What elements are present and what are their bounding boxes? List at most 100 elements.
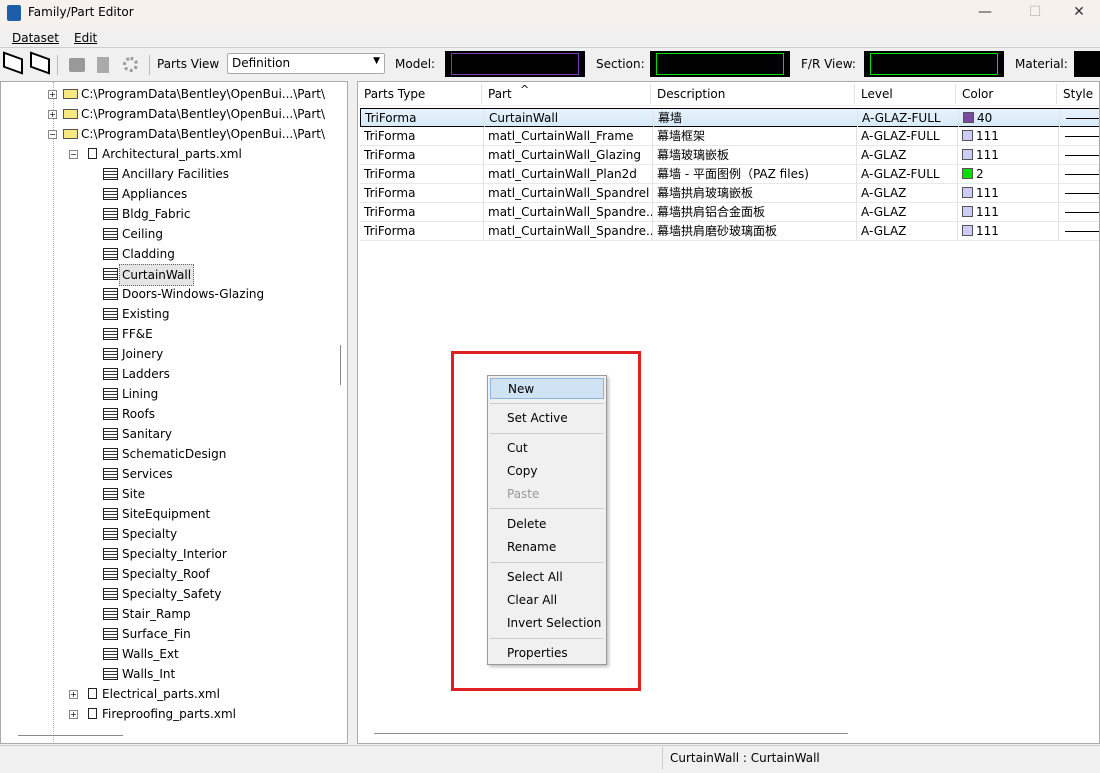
color-swatch <box>962 130 973 141</box>
family-tree[interactable]: + C:\ProgramData\Bentley\OpenBui...\Part\… <box>0 81 348 744</box>
column-header-level[interactable]: Level <box>855 84 956 104</box>
color-value: 111 <box>976 186 999 200</box>
family-icon <box>103 168 118 180</box>
cell-part: matl_CurtainWall_Glazing <box>488 148 641 162</box>
cell-type: TriForma <box>364 129 416 143</box>
table-row[interactable]: TriForma CurtainWall 幕墙 A-GLAZ-FULL 40 <box>360 108 1099 127</box>
tree-item-label: C:\ProgramData\Bentley\OpenBui...\Part\ <box>81 87 326 101</box>
frview-swatch[interactable] <box>864 51 1004 77</box>
material-label: Material: <box>1015 57 1068 71</box>
cell: 幕墙拱肩磨砂玻璃面板 <box>653 222 857 240</box>
tree-horizontal-scrollbar[interactable] <box>18 735 123 736</box>
family-icon <box>103 328 118 340</box>
material-swatch[interactable] <box>1074 51 1100 77</box>
cell-style <box>1059 146 1099 164</box>
cell: matl_CurtainWall_Frame <box>484 127 653 145</box>
cell: A-GLAZ <box>857 222 958 240</box>
cell-type: TriForma <box>364 148 416 162</box>
tree-item-label: Roofs <box>122 407 155 421</box>
family-icon <box>103 308 118 320</box>
cell: A-GLAZ-FULL <box>857 127 958 145</box>
table-row[interactable]: TriForma matl_CurtainWall_Glazing 幕墙玻璃嵌板 A-… <box>360 146 1099 165</box>
settings-gear-icon[interactable] <box>123 57 138 72</box>
tree-vertical-scrollbar[interactable] <box>340 345 341 385</box>
color-swatch <box>963 112 974 123</box>
edit-part-icon[interactable] <box>69 58 85 72</box>
column-header-description[interactable]: Description <box>651 84 855 104</box>
section-label: Section: <box>596 57 645 71</box>
collapse-icon[interactable]: − <box>48 130 57 139</box>
cell-desc: 幕墙拱肩磨砂玻璃面板 <box>657 224 778 238</box>
cell: TriForma <box>360 165 484 183</box>
cell: 幕墙 - 平面图例（PAZ files) <box>653 165 857 183</box>
tree-item-label: C:\ProgramData\Bentley\OpenBui...\Part\ <box>81 107 326 121</box>
family-icon <box>103 468 118 480</box>
family-icon <box>103 668 118 680</box>
family-icon <box>103 188 118 200</box>
cell-desc: 幕墙 <box>658 111 683 125</box>
line-style-sample <box>1066 118 1099 119</box>
family-icon <box>103 448 118 460</box>
collapse-icon[interactable]: − <box>69 150 78 159</box>
menu-dataset[interactable]: Dataset <box>12 31 59 45</box>
cell: 40 <box>959 109 1060 127</box>
parts-view-select[interactable]: Definition ▼ <box>227 53 385 74</box>
tree-item-label: Cladding <box>122 247 175 261</box>
parts-view-label: Parts View <box>157 57 220 71</box>
close-button[interactable]: ✕ <box>1056 0 1100 26</box>
table-row[interactable]: TriForma matl_CurtainWall_Spandrel 幕墙拱肩玻璃嵌… <box>360 184 1099 203</box>
tree-item-label: Specialty <box>122 527 178 541</box>
tree-item-label: Existing <box>122 307 170 321</box>
table-row[interactable]: TriForma matl_CurtainWall_Spandre... 幕墙拱肩铝… <box>360 203 1099 222</box>
tree-item-label: Bldg_Fabric <box>122 207 191 221</box>
cell: matl_CurtainWall_Plan2d <box>484 165 653 183</box>
status-bar: CurtainWall : CurtainWall <box>0 745 1100 770</box>
tree-item-label: Stair_Ramp <box>122 607 191 621</box>
family-icon <box>103 288 118 300</box>
cell: 111 <box>958 184 1059 202</box>
column-header-style[interactable]: Style <box>1057 84 1099 104</box>
tree-item-label: C:\ProgramData\Bentley\OpenBui...\Part\ <box>81 127 326 141</box>
cell-level: A-GLAZ <box>861 205 907 219</box>
table-row[interactable]: TriForma matl_CurtainWall_Plan2d 幕墙 - 平面图例… <box>360 165 1099 184</box>
new-dataset-icon[interactable] <box>30 51 50 75</box>
cell: 幕墙玻璃嵌板 <box>653 146 857 164</box>
expand-icon[interactable]: + <box>48 90 57 99</box>
cell-type: TriForma <box>364 186 416 200</box>
model-swatch[interactable] <box>445 51 585 77</box>
menu-edit[interactable]: Edit <box>74 31 97 45</box>
color-value: 111 <box>976 129 999 143</box>
column-header-parts-type[interactable]: Parts Type <box>358 84 482 104</box>
folder-icon <box>63 109 78 119</box>
tree-item-label: Walls_Int <box>122 667 176 681</box>
cell: 幕墙 <box>654 109 858 127</box>
expand-icon[interactable]: + <box>48 110 57 119</box>
minimize-button[interactable]: — <box>962 0 1008 26</box>
color-value: 111 <box>976 224 999 238</box>
section-swatch[interactable] <box>650 51 790 77</box>
expand-icon[interactable]: + <box>69 690 78 699</box>
color-value: 111 <box>976 205 999 219</box>
open-dataset-icon[interactable] <box>3 51 23 75</box>
tree-item-label: Specialty_Interior <box>122 547 227 561</box>
column-header-color[interactable]: Color <box>956 84 1057 104</box>
cell: matl_CurtainWall_Spandrel <box>484 184 653 202</box>
maximize-button[interactable]: ☐ <box>1012 0 1058 26</box>
color-swatch <box>962 225 973 236</box>
column-header-part-label: Part <box>488 87 512 101</box>
title-bar: Family/Part Editor — ☐ ✕ <box>0 0 1100 26</box>
table-row[interactable]: TriForma matl_CurtainWall_Spandre... 幕墙拱肩磨… <box>360 222 1099 241</box>
family-icon <box>103 548 118 560</box>
tree-item-label: Walls_Ext <box>122 647 179 661</box>
table-header: Parts Type Part ^ Description Level Color… <box>358 82 1099 106</box>
expand-icon[interactable]: + <box>69 710 78 719</box>
cell: 111 <box>958 222 1059 240</box>
horizontal-scrollbar[interactable] <box>374 733 848 734</box>
convert-icon[interactable] <box>97 57 109 73</box>
cell: 幕墙拱肩玻璃嵌板 <box>653 184 857 202</box>
cell: TriForma <box>360 222 484 240</box>
table-row[interactable]: TriForma matl_CurtainWall_Frame 幕墙框架 A-GLAZ… <box>360 127 1099 146</box>
toolbar-divider <box>57 55 58 75</box>
column-header-part[interactable]: Part ^ <box>482 83 651 104</box>
cell: TriForma <box>360 203 484 221</box>
